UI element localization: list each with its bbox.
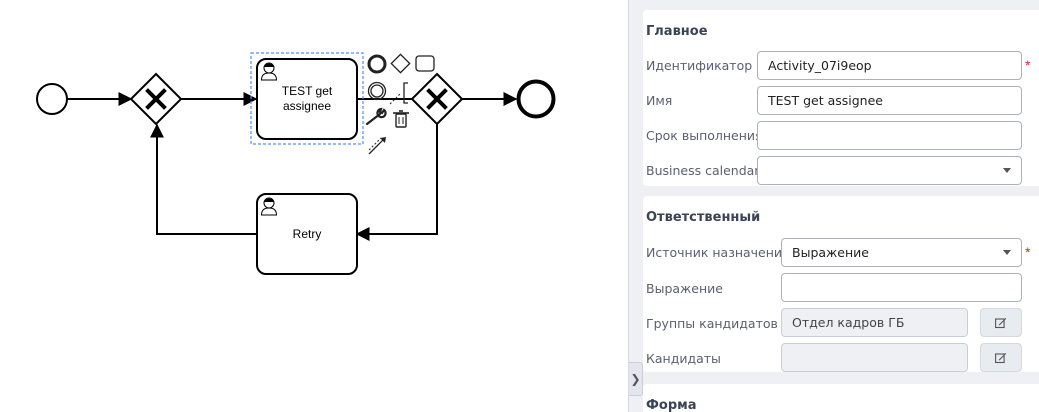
flow-retry-to-gateway[interactable] [150,123,257,235]
section-form: Форма [643,384,1039,412]
chevron-right-icon: ❯ [630,372,641,386]
end-event[interactable] [516,79,556,119]
section-title-main: Главное [646,24,708,39]
exclusive-gateway-1[interactable] [129,72,183,126]
append-gateway-icon[interactable] [390,53,411,74]
edit-candidates-button[interactable] [980,343,1022,372]
append-intermediate-event-icon[interactable] [367,81,387,101]
candidate-groups-field: Отдел кадров ГБ [781,308,968,337]
section-title-assignee: Ответственный [646,210,761,225]
panel-collapse-toggle[interactable]: ❯ [629,362,643,396]
candidates-label: Кандидаты [646,351,721,366]
task-label-line1: TEST get [282,84,333,98]
text-annotation-icon[interactable] [389,82,408,105]
chevron-down-icon [1003,168,1011,173]
candidate-groups-value: Отдел кадров ГБ [792,315,905,330]
wrench-icon[interactable] [365,107,387,126]
section-main: Главное Идентификатор Activity_07i9eop *… [643,10,1039,186]
id-label: Идентификатор [646,58,753,73]
flow-gateway-to-retry[interactable] [355,124,438,241]
required-marker: * [1025,57,1031,73]
assignment-source-select[interactable]: Выражение [781,238,1022,267]
diagram-canvas[interactable]: TEST get assignee Retry [0,0,628,412]
name-value: TEST get assignee [768,93,883,108]
edit-candidate-groups-button[interactable] [980,308,1022,337]
expression-field[interactable] [781,273,1022,302]
chevron-down-icon [1003,250,1011,255]
name-label: Имя [646,93,673,108]
business-calendar-label: Business calendar [646,163,760,178]
user-task-test-get-assignee[interactable]: TEST get assignee [256,58,358,140]
task-label: Retry [293,227,322,241]
id-value: Activity_07i9eop [768,58,872,73]
task-label-line2: assignee [283,99,331,113]
append-end-event-icon[interactable] [367,54,387,74]
business-calendar-select[interactable] [757,156,1022,185]
assignment-source-label: Источник назначения [646,245,790,260]
exclusive-gateway-2[interactable] [410,72,464,126]
append-task-icon[interactable] [415,55,435,72]
properties-panel: ❯ Главное Идентификатор Activity_07i9eop… [628,0,1039,412]
due-date-field[interactable] [757,121,1022,150]
section-assignee: Ответственный Источник назначения Выраже… [643,196,1039,372]
edit-icon [995,317,1007,328]
user-task-retry[interactable]: Retry [256,193,358,275]
connect-icon[interactable] [368,137,386,155]
start-event[interactable] [36,83,68,115]
due-date-label: Срок выполнения [646,128,763,143]
assignment-source-value: Выражение [792,245,869,260]
edit-icon [995,352,1007,363]
candidates-field [781,343,968,372]
bpmn-diagram: TEST get assignee Retry [36,52,556,275]
name-field[interactable]: TEST get assignee [757,86,1022,115]
id-field[interactable]: Activity_07i9eop [757,51,1022,80]
expression-label: Выражение [646,281,723,296]
candidate-groups-label: Группы кандидатов [646,316,778,331]
trash-icon[interactable] [393,110,409,128]
section-title-form: Форма [646,398,697,412]
required-marker: * [1025,244,1031,260]
